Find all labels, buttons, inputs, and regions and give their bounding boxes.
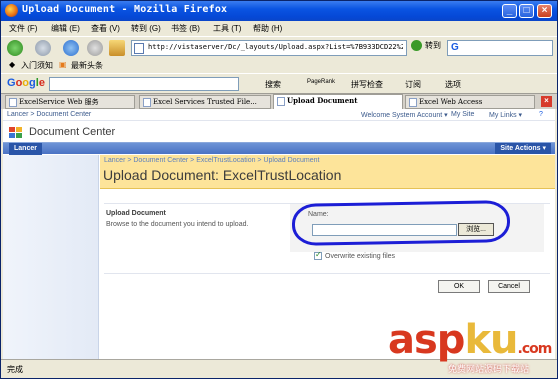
maximize-button[interactable]: □ <box>519 4 534 18</box>
menu-file[interactable]: 文件 (F) <box>9 23 37 34</box>
breadcrumb[interactable]: Lancer > Document Center > ExcelTrustLoc… <box>104 157 320 164</box>
site-header: Document Center <box>3 122 555 142</box>
url-text: http://vistaserver/Dc/_layouts/Upload.as… <box>148 43 403 51</box>
close-tab-icon[interactable]: × <box>541 96 552 107</box>
google-search-button[interactable]: 搜索 <box>265 79 281 90</box>
menu-help[interactable]: 帮助 (H) <box>253 23 282 34</box>
forward-icon[interactable] <box>35 40 51 56</box>
sharepoint-global-bar: Lancer > Document Center Welcome System … <box>3 109 555 121</box>
page-icon <box>409 98 417 107</box>
google-search-input[interactable] <box>49 77 239 91</box>
options-button[interactable]: 选项 <box>445 79 461 90</box>
site-title[interactable]: Document Center <box>29 126 115 138</box>
menu-bar: 文件 (F) 编辑 (E) 查看 (V) 转到 (G) 书签 (B) 工具 (T… <box>1 21 557 36</box>
reload-icon[interactable] <box>63 40 79 56</box>
file-path-input[interactable] <box>312 224 457 236</box>
tab-strip: ExcelService Web 服务 Excel Services Trust… <box>1 93 557 110</box>
nav-tab-lancer[interactable]: Lancer <box>9 143 42 155</box>
rss-subscribe-button[interactable]: 订阅 <box>405 79 421 90</box>
url-bar[interactable]: http://vistaserver/Dc/_layouts/Upload.as… <box>131 40 407 56</box>
ok-button[interactable]: OK <box>438 280 480 293</box>
tab-upload-document[interactable]: Upload Document <box>273 94 403 110</box>
form-buttons: OK Cancel <box>104 273 550 293</box>
home-icon[interactable] <box>109 40 125 56</box>
my-links-menu[interactable]: My Links ▾ <box>489 111 522 119</box>
title-bar: Upload Document - Mozilla Firefox _ □ × <box>1 1 557 21</box>
close-button[interactable]: × <box>537 4 552 18</box>
tab-trusted-file[interactable]: Excel Services Trusted File... <box>139 95 271 109</box>
go-label: 转到 <box>425 41 441 50</box>
status-text: 完成 <box>7 365 23 374</box>
navigation-toolbar: http://vistaserver/Dc/_layouts/Upload.as… <box>1 36 557 58</box>
left-navigation <box>3 155 99 359</box>
watermark-subtitle: 免费网站源码下载站 <box>448 364 530 374</box>
rss-icon: ▣ <box>59 60 67 69</box>
spellcheck-button[interactable]: 拼写检查 <box>351 79 383 90</box>
welcome-menu[interactable]: Welcome System Account ▾ <box>361 111 448 119</box>
name-label: Name: <box>308 211 329 218</box>
firefox-icon <box>5 4 18 17</box>
overwrite-checkbox[interactable] <box>314 250 322 260</box>
global-breadcrumb[interactable]: Lancer > Document Center <box>7 111 91 118</box>
minimize-button[interactable]: _ <box>502 4 517 18</box>
sharepoint-logo-icon <box>9 127 22 138</box>
upload-section: Upload Document Browse to the document y… <box>104 200 550 252</box>
bookmark-getting-started[interactable]: 入门须知 <box>21 60 53 71</box>
back-icon[interactable] <box>7 40 23 56</box>
tab-excel-web-access[interactable]: Excel Web Access <box>405 95 535 109</box>
menu-view[interactable]: 查看 (V) <box>91 23 120 34</box>
bookmarks-bar: ◆ 入门须知 ▣ 最新头条 <box>1 58 557 72</box>
page-icon <box>134 43 144 54</box>
page-title-band: Lancer > Document Center > ExcelTrustLoc… <box>100 155 555 189</box>
overwrite-label: Overwrite existing files <box>325 252 396 260</box>
google-logo[interactable]: Google <box>7 77 45 89</box>
google-toolbar: Google 搜索 PageRank 拼写检查 订阅 选项 <box>1 73 557 93</box>
pagerank-label: PageRank <box>307 79 336 85</box>
menu-edit[interactable]: 编辑 (E) <box>51 23 80 34</box>
my-site-link[interactable]: My Site <box>451 111 474 118</box>
top-navigation: Lancer Site Actions ▾ <box>3 142 555 155</box>
stop-icon[interactable] <box>87 40 103 56</box>
help-icon[interactable]: ? <box>539 111 543 118</box>
page-icon <box>9 98 17 107</box>
file-field-area: Name: 浏览... <box>290 204 544 252</box>
page-title: Upload Document: ExcelTrustLocation <box>103 167 342 183</box>
page-icon <box>143 98 151 107</box>
cancel-button[interactable]: Cancel <box>488 280 530 293</box>
go-icon <box>411 40 422 52</box>
menu-go[interactable]: 转到 (G) <box>131 23 161 34</box>
menu-tools[interactable]: 工具 (T) <box>213 23 241 34</box>
section-description: Browse to the document you intend to upl… <box>106 221 249 228</box>
overwrite-option[interactable]: Overwrite existing files <box>314 250 396 260</box>
search-input[interactable]: G <box>447 40 553 56</box>
site-actions-menu[interactable]: Site Actions ▾ <box>495 143 551 154</box>
bookmark-latest-headlines[interactable]: 最新头条 <box>71 60 103 71</box>
page-icon <box>277 97 285 106</box>
window-title: Upload Document - Mozilla Firefox <box>22 4 228 15</box>
bookmark-icon: ◆ <box>9 60 16 69</box>
browse-button[interactable]: 浏览... <box>458 223 494 236</box>
search-engine-icon: G <box>451 42 459 53</box>
section-title: Upload Document <box>106 210 166 217</box>
go-button[interactable]: 转到 <box>411 40 441 52</box>
tab-excelservice[interactable]: ExcelService Web 服务 <box>5 95 135 109</box>
menu-bookmarks[interactable]: 书签 (B) <box>171 23 200 34</box>
